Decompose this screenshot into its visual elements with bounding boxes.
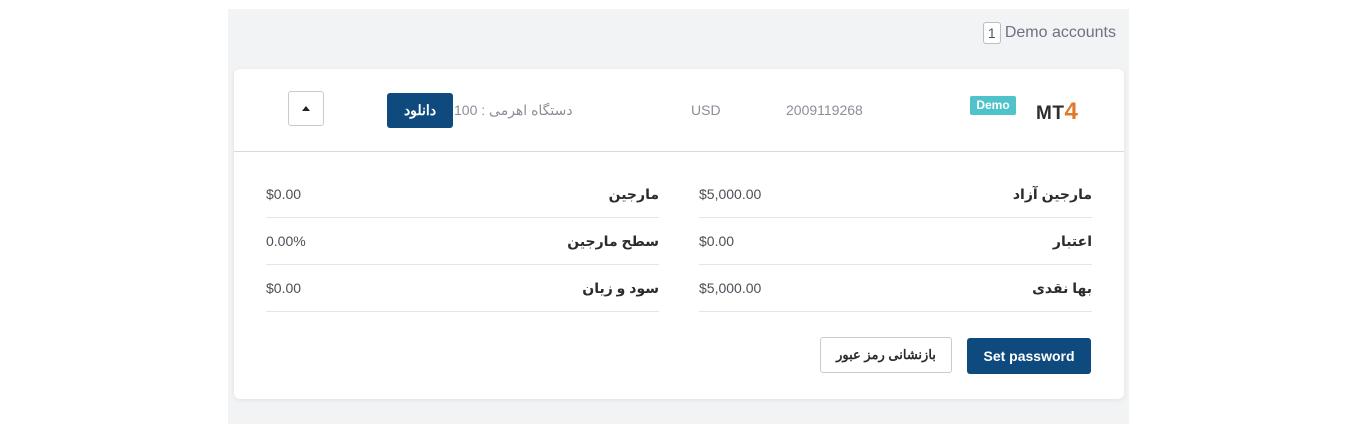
stat-row: سطح مارجین 0.00% <box>266 219 659 265</box>
account-card: MT4 Demo 2009119268 USD دستگاه اهرمی : 1… <box>234 69 1124 399</box>
stat-label: مارجین آزاد <box>1012 186 1092 202</box>
stat-value: 0.00% <box>266 233 306 249</box>
stats-right-column: مارجین آزاد $5,000.00 اعتبار $0.00 بها ن… <box>699 172 1092 313</box>
demo-accounts-header: 1 Demo accounts <box>982 22 1116 44</box>
account-currency: USD <box>691 102 721 118</box>
stat-row: اعتبار $0.00 <box>699 219 1092 265</box>
mt4-logo: MT4 <box>1036 98 1079 125</box>
stat-label: سود و زیان <box>582 280 659 296</box>
stat-value: $5,000.00 <box>699 186 762 202</box>
account-count-badge: 1 <box>982 22 1001 44</box>
reset-password-button[interactable]: بازنشانی رمز عبور <box>820 337 952 373</box>
set-password-button[interactable]: Set password <box>967 338 1091 374</box>
caret-up-icon <box>302 106 310 111</box>
stat-label: اعتبار <box>1052 233 1092 249</box>
stat-row: بها نقدی $5,000.00 <box>699 266 1092 312</box>
demo-badge: Demo <box>970 96 1016 115</box>
stat-value: $5,000.00 <box>699 280 762 296</box>
stat-row: مارجین آزاد $5,000.00 <box>699 172 1092 218</box>
stat-value: $0.00 <box>699 233 735 249</box>
account-card-header: MT4 Demo 2009119268 USD دستگاه اهرمی : 1… <box>234 69 1124 152</box>
stat-value: $0.00 <box>266 280 302 296</box>
stat-label: بها نقدی <box>1032 280 1092 296</box>
stat-value: $0.00 <box>266 186 302 202</box>
collapse-button[interactable] <box>288 91 324 126</box>
leverage-text: دستگاه اهرمی : 100 <box>454 102 573 118</box>
stat-label: سطح مارجین <box>567 233 659 249</box>
account-number: 2009119268 <box>786 102 863 118</box>
stat-row: سود و زیان $0.00 <box>266 266 659 312</box>
download-button[interactable]: دانلود <box>387 93 453 128</box>
stat-row: مارجین $0.00 <box>266 172 659 218</box>
demo-accounts-panel: 1 Demo accounts MT4 Demo 2009119268 USD … <box>228 9 1129 424</box>
stats-left-column: مارجین $0.00 سطح مارجین 0.00% سود و زیان… <box>266 172 659 313</box>
demo-accounts-title: Demo accounts <box>1004 24 1116 41</box>
stat-label: مارجین <box>608 186 659 202</box>
